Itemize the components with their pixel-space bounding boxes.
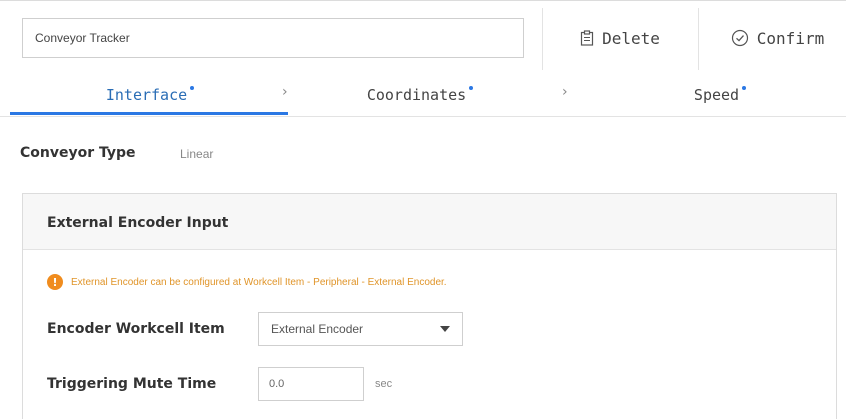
tab-indicator-dot bbox=[190, 86, 195, 90]
tabs-divider bbox=[0, 116, 846, 117]
tab-label: Speed bbox=[693, 86, 740, 104]
confirm-button[interactable]: Confirm bbox=[715, 18, 840, 58]
tab-indicator-dot bbox=[469, 86, 474, 90]
clipboard-icon bbox=[580, 30, 594, 46]
delete-label: Delete bbox=[602, 28, 660, 48]
mute-time-unit: sec bbox=[375, 378, 393, 390]
warning-icon: ! bbox=[47, 274, 63, 290]
chevron-right-icon: › bbox=[562, 84, 568, 100]
header-divider bbox=[698, 8, 699, 70]
tab-label: Coordinates bbox=[366, 86, 467, 104]
conveyor-type-label: Conveyor Type bbox=[20, 145, 136, 161]
panel-header: External Encoder Input bbox=[23, 194, 836, 250]
top-border bbox=[0, 0, 846, 1]
external-encoder-panel: External Encoder Input ! External Encode… bbox=[22, 193, 837, 419]
active-tab-underline bbox=[10, 112, 288, 115]
tab-indicator-dot bbox=[742, 86, 747, 90]
warning-text: External Encoder can be configured at Wo… bbox=[71, 276, 447, 288]
encoder-workcell-item-select[interactable]: External Encoder bbox=[258, 312, 463, 346]
confirm-label: Confirm bbox=[756, 28, 825, 48]
tab-coordinates[interactable]: Coordinates bbox=[330, 80, 510, 110]
tab-label: Interface bbox=[105, 86, 188, 104]
triggering-mute-time-input[interactable] bbox=[258, 367, 364, 401]
tab-speed[interactable]: Speed bbox=[630, 80, 810, 110]
check-circle-icon bbox=[731, 29, 748, 47]
caret-down-icon bbox=[440, 326, 450, 332]
header-divider bbox=[542, 8, 543, 70]
select-value: External Encoder bbox=[271, 322, 364, 336]
panel-title: External Encoder Input bbox=[47, 215, 229, 231]
tab-interface[interactable]: Interface bbox=[60, 80, 240, 110]
chevron-right-icon: › bbox=[282, 84, 288, 100]
triggering-mute-time-label: Triggering Mute Time bbox=[47, 376, 217, 392]
encoder-workcell-item-label: Encoder Workcell Item bbox=[47, 321, 225, 337]
warning-message: ! External Encoder can be configured at … bbox=[47, 272, 447, 292]
conveyor-type-value: Linear bbox=[180, 147, 214, 161]
tracker-name-input[interactable] bbox=[22, 18, 524, 58]
delete-button[interactable]: Delete bbox=[560, 18, 680, 58]
